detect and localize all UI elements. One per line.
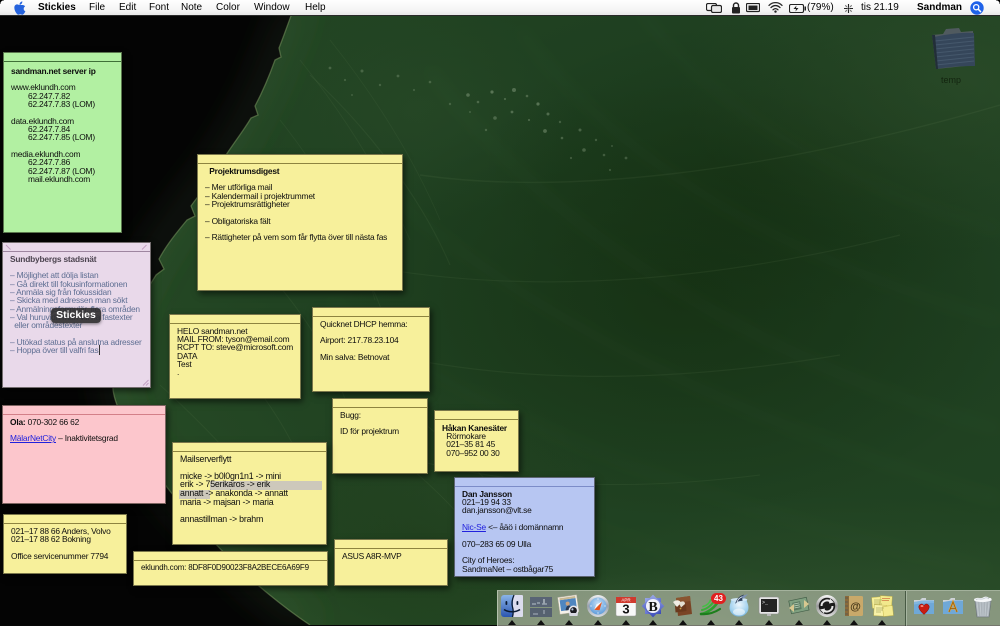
svg-text:temp: temp	[941, 75, 961, 85]
svg-text:>_: >_	[762, 600, 769, 606]
svg-text:B: B	[648, 600, 657, 615]
svg-text:@: @	[850, 601, 861, 613]
svg-text:APR: APR	[621, 598, 631, 603]
svg-text:3: 3	[622, 602, 629, 617]
